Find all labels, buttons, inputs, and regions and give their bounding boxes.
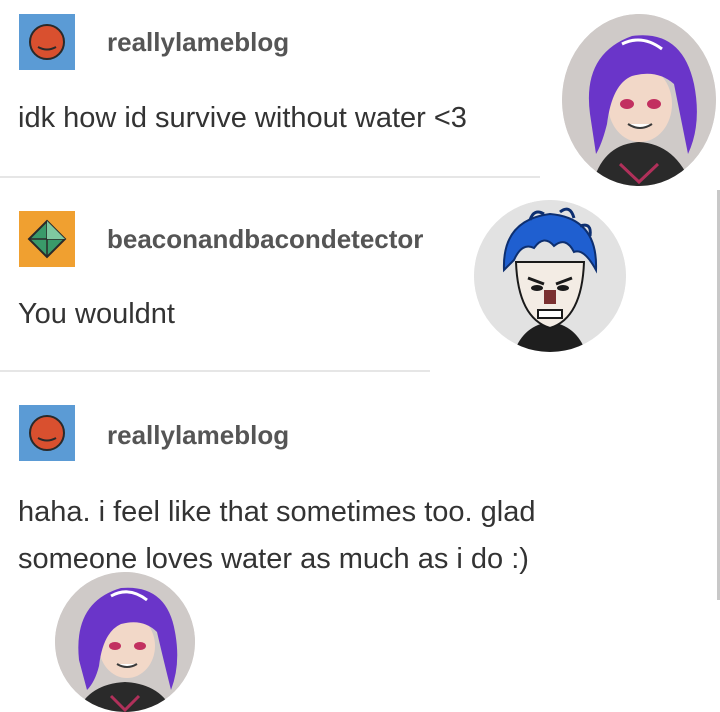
orange-circle-icon[interactable] — [19, 14, 75, 70]
blog-name[interactable]: reallylameblog — [107, 27, 289, 58]
blog-name[interactable]: reallylameblog — [107, 420, 289, 451]
post-divider — [0, 176, 540, 178]
post-text: haha. i feel like that sometimes too. gl… — [18, 496, 536, 575]
blog-name[interactable]: beaconandbacondetector — [107, 224, 423, 255]
purple-hair-avatar-sticker — [55, 572, 195, 712]
green-diamond-icon[interactable] — [19, 211, 75, 267]
purple-hair-avatar-sticker — [562, 14, 716, 186]
post-text: idk how id survive without water <3 — [18, 102, 467, 134]
orange-circle-icon[interactable] — [19, 405, 75, 461]
blue-hair-avatar-sticker — [474, 200, 626, 352]
post-text: You wouldnt — [18, 298, 175, 330]
post-divider — [0, 370, 430, 372]
